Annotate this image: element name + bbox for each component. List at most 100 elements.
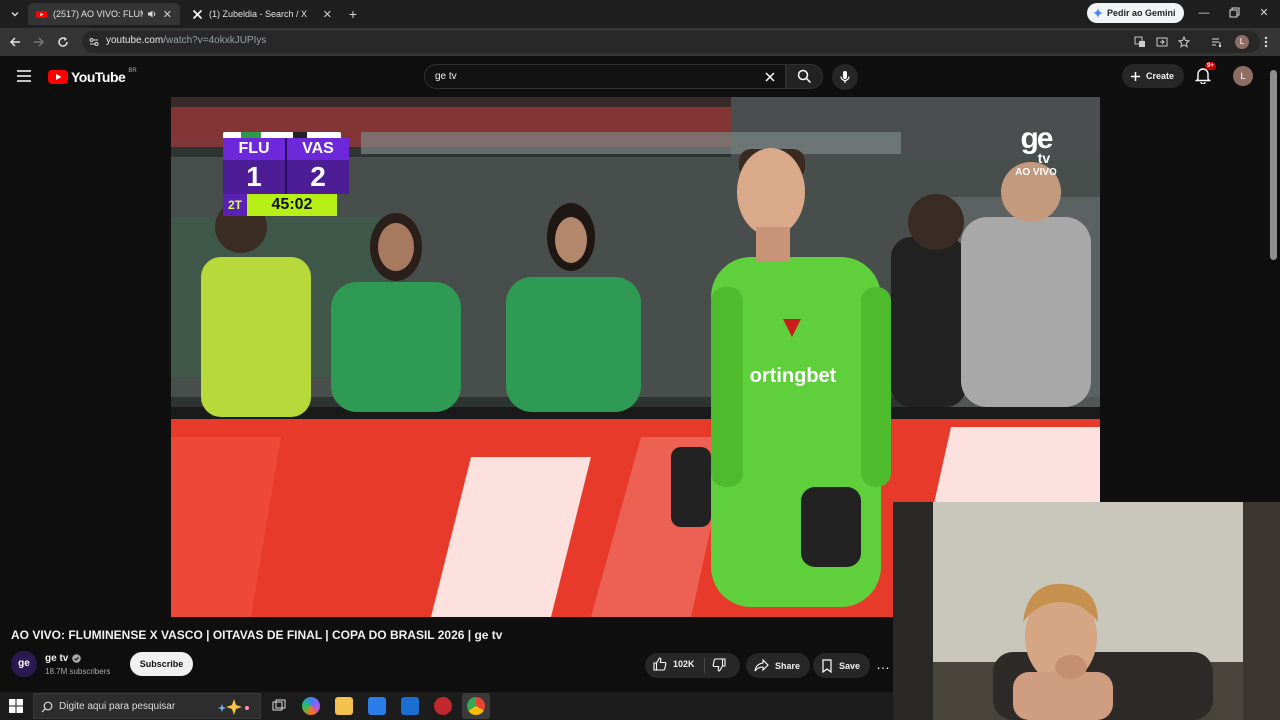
- video-title: AO VIVO: FLUMINENSE X VASCO | OITAVAS DE…: [11, 628, 503, 642]
- save-button[interactable]: Save: [813, 653, 871, 678]
- home-score: 1: [223, 160, 285, 194]
- thumbs-up-icon: [653, 657, 667, 671]
- channel-name-text: ge tv: [45, 653, 69, 664]
- browser-menu-icon[interactable]: [1258, 34, 1274, 50]
- new-tab-icon[interactable]: +: [344, 5, 362, 23]
- tab-close-icon[interactable]: ✕: [323, 8, 332, 21]
- like-count: 102K: [673, 659, 695, 669]
- address-bar[interactable]: youtube.com/watch?v=4okxkJUPIys: [82, 31, 1260, 53]
- copilot-icon[interactable]: [302, 697, 320, 715]
- channel-avatar[interactable]: ge: [11, 651, 37, 677]
- broadcaster-logo-ge: ge: [1020, 122, 1053, 155]
- chrome-icon[interactable]: [467, 697, 485, 715]
- file-explorer-icon[interactable]: [335, 697, 353, 715]
- home-team-abbr: FLU: [223, 138, 285, 160]
- account-avatar[interactable]: L: [1233, 66, 1253, 86]
- search-query: ge tv: [435, 71, 457, 82]
- ask-gemini-button[interactable]: Pedir ao Gemini: [1087, 3, 1184, 23]
- site-info-icon[interactable]: [86, 34, 102, 50]
- away-team-abbr: VAS: [287, 138, 349, 160]
- audio-playing-icon[interactable]: [147, 9, 157, 19]
- windows-start-icon[interactable]: [9, 699, 23, 713]
- home-team: FLU 1: [223, 138, 285, 194]
- page-scrollbar[interactable]: [1270, 70, 1277, 260]
- dislike-button[interactable]: [712, 658, 726, 672]
- mail-icon[interactable]: [401, 697, 419, 715]
- task-view-icon[interactable]: [270, 697, 288, 715]
- url-text: youtube.com/watch?v=4okxkJUPIys: [106, 35, 266, 46]
- tab-title: (1) Zubeldia - Search / X: [209, 9, 308, 19]
- bookmark-star-icon[interactable]: [1176, 34, 1192, 50]
- youtube-logo[interactable]: YouTube BR: [48, 68, 137, 85]
- tab-title: (2517) AO VIVO: FLUMINENSE: [53, 9, 143, 19]
- like-button[interactable]: 102K: [653, 657, 695, 671]
- taskbar-search-input[interactable]: Digite aqui para pesquisar: [33, 693, 261, 719]
- youtube-masthead: YouTube BR ge tv Create 9+ L: [0, 56, 1280, 96]
- subscriber-count: 18.7M subscribers: [45, 667, 111, 676]
- guide-menu-icon[interactable]: [15, 68, 33, 84]
- channel-name[interactable]: ge tv: [45, 653, 82, 664]
- thumbs-down-icon: [712, 658, 726, 672]
- forward-arrow-icon[interactable]: [31, 34, 47, 50]
- youtube-play-icon: [48, 70, 68, 84]
- like-dislike-group: 102K: [645, 653, 740, 678]
- gemini-sparkle-icon: [1093, 8, 1103, 18]
- webcam-feed: [893, 502, 1280, 720]
- voice-search-button[interactable]: [832, 64, 858, 90]
- taskbar-search-placeholder: Digite aqui para pesquisar: [59, 701, 176, 712]
- share-label: Share: [775, 660, 801, 671]
- save-bookmark-icon: [822, 658, 832, 673]
- back-arrow-icon[interactable]: [7, 34, 23, 50]
- save-label: Save: [839, 660, 861, 671]
- tab-x-search[interactable]: (1) Zubeldia - Search / X ✕: [184, 3, 340, 25]
- app-circle-icon[interactable]: [434, 697, 452, 715]
- scoreboard-top-strip: [223, 132, 341, 138]
- microsoft-store-icon[interactable]: [368, 697, 386, 715]
- search-highlight-sparkles-icon: [218, 699, 249, 715]
- reload-icon[interactable]: [55, 34, 71, 50]
- media-controls-icon[interactable]: [1209, 34, 1225, 50]
- taskbar-search-icon: [41, 701, 53, 713]
- tab-search-chevron-icon[interactable]: [6, 5, 24, 23]
- browser-tab-strip: (2517) AO VIVO: FLUMINENSE ✕ (1) Zubeldi…: [0, 0, 1280, 28]
- notification-badge: 9+: [1205, 62, 1216, 70]
- search-input[interactable]: ge tv: [424, 64, 786, 89]
- scoreboard: FLU 1 VAS 2 2T 45:02: [223, 132, 349, 216]
- scoreboard-teams: FLU 1 VAS 2: [223, 138, 349, 194]
- like-divider: [704, 658, 705, 673]
- broadcaster-logo: ge tv AO VIVO: [1006, 122, 1066, 179]
- translate-icon[interactable]: [1132, 34, 1148, 50]
- away-score: 2: [287, 160, 349, 194]
- browser-profile-avatar[interactable]: L: [1235, 35, 1249, 49]
- create-button[interactable]: Create: [1122, 64, 1185, 88]
- windows-taskbar: Digite aqui para pesquisar: [0, 692, 893, 720]
- search-icon: [797, 69, 812, 84]
- match-time: 45:02: [271, 196, 313, 213]
- url-domain: youtube.com: [106, 35, 164, 46]
- away-team: VAS 2: [285, 138, 349, 194]
- country-code: BR: [128, 68, 137, 74]
- webcam-overlay: [893, 502, 1280, 720]
- share-button[interactable]: Share: [746, 653, 811, 678]
- subscribe-button[interactable]: Subscribe: [130, 652, 193, 676]
- x-favicon-icon: [192, 9, 203, 20]
- sponsor-logo-text: ortingbet: [750, 365, 837, 387]
- create-label: Create: [1146, 71, 1175, 81]
- gemini-label: Pedir ao Gemini: [1107, 8, 1176, 18]
- share-icon: [754, 659, 769, 672]
- tab-youtube-video[interactable]: (2517) AO VIVO: FLUMINENSE ✕: [28, 3, 180, 25]
- youtube-wordmark: YouTube: [71, 69, 126, 85]
- search-button[interactable]: [786, 64, 823, 89]
- match-period: 2T: [223, 194, 247, 216]
- match-clock: 2T 45:02: [223, 194, 337, 216]
- cast-icon[interactable]: [1154, 34, 1170, 50]
- close-window-icon[interactable]: ✕: [1256, 5, 1272, 21]
- youtube-favicon-icon: [36, 9, 47, 20]
- verified-check-icon: [72, 654, 82, 663]
- tab-close-icon[interactable]: ✕: [163, 8, 172, 21]
- restore-window-icon[interactable]: [1226, 5, 1242, 21]
- minimize-window-icon[interactable]: —: [1196, 5, 1212, 21]
- notifications-button[interactable]: 9+: [1195, 62, 1216, 86]
- live-label: AO VIVO: [1015, 167, 1057, 178]
- clear-search-icon[interactable]: [763, 70, 777, 84]
